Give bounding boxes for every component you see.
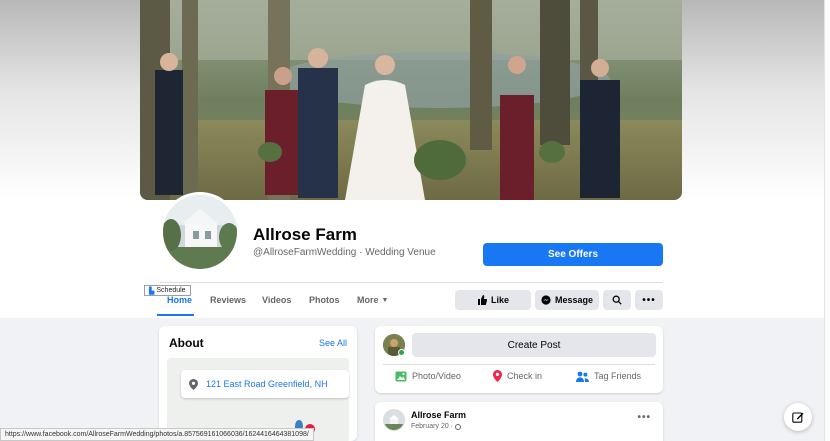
about-title: About — [169, 336, 204, 350]
schedule-tooltip: ▙ Schedule — [144, 285, 191, 296]
like-button-label: Like — [490, 295, 509, 305]
address-text: 121 East Road Greenfield, NH — [206, 379, 328, 389]
create-post-button[interactable]: Create Post — [412, 333, 656, 357]
caret-down-icon: ▼ — [381, 296, 389, 304]
tab-more-label: More — [357, 295, 379, 305]
see-offers-button[interactable]: See Offers — [483, 243, 663, 266]
messenger-icon — [541, 295, 551, 305]
message-button-label: Message — [554, 295, 594, 305]
about-card: About See All 121 East Road Greenfield, … — [159, 326, 357, 441]
profile-picture[interactable] — [160, 192, 240, 272]
scrollbar[interactable] — [824, 0, 830, 441]
new-message-button[interactable] — [784, 403, 812, 431]
schedule-tooltip-label: Schedule — [156, 287, 186, 294]
more-options-button[interactable]: ••• — [635, 290, 663, 310]
post-timestamp[interactable]: February 20 · — [411, 423, 462, 430]
tab-videos[interactable]: Videos — [262, 295, 291, 305]
page-subtitle: @AllroseFarmWedding · Wedding Venue — [253, 247, 436, 258]
tab-reviews[interactable]: Reviews — [210, 295, 246, 305]
page-title: Allrose Farm — [253, 225, 357, 244]
check-in-button[interactable]: Check in — [493, 369, 542, 383]
active-tab-indicator — [157, 314, 194, 316]
address-field[interactable]: 121 East Road Greenfield, NH — [181, 370, 349, 398]
composer-divider — [383, 364, 655, 365]
tag-friends-label: Tag Friends — [594, 371, 642, 381]
ellipsis-icon: ••• — [642, 294, 656, 306]
photo-video-label: Photo/Video — [412, 371, 461, 381]
tab-more[interactable]: More ▼ — [357, 295, 388, 305]
cover-photo[interactable] — [140, 0, 682, 200]
compose-icon — [792, 412, 804, 423]
photo-icon — [395, 371, 407, 381]
tag-friends-icon — [576, 371, 589, 382]
tab-photos[interactable]: Photos — [309, 295, 340, 305]
tab-home[interactable]: Home — [167, 295, 192, 305]
online-status-dot — [398, 349, 405, 356]
search-icon — [612, 295, 622, 305]
post-author-avatar[interactable] — [383, 409, 405, 431]
see-all-link[interactable]: See All — [319, 338, 347, 348]
post-date-text: February 20 · — [411, 423, 454, 430]
message-button[interactable]: Message — [535, 290, 599, 310]
post-author-name[interactable]: Allrose Farm — [411, 410, 466, 420]
create-post-card: Create Post Photo/Video Check in Tag Fri… — [375, 326, 663, 393]
check-in-label: Check in — [507, 371, 543, 381]
header-divider — [160, 282, 663, 283]
post-card: Allrose Farm February 20 · ••• — [375, 402, 663, 441]
post-options-button[interactable]: ••• — [637, 412, 651, 423]
globe-icon — [455, 423, 462, 430]
browser-status-bar: https://www.facebook.com/AllroseFarmWedd… — [0, 428, 314, 441]
like-button[interactable]: Like — [455, 290, 531, 310]
location-pin-icon — [189, 378, 198, 390]
photo-video-button[interactable]: Photo/Video — [395, 369, 461, 383]
search-button[interactable] — [603, 290, 631, 310]
thumbs-up-icon — [477, 295, 487, 305]
calendar-icon: ▙ — [149, 287, 155, 295]
location-icon — [493, 370, 502, 382]
tag-friends-button[interactable]: Tag Friends — [576, 369, 641, 383]
